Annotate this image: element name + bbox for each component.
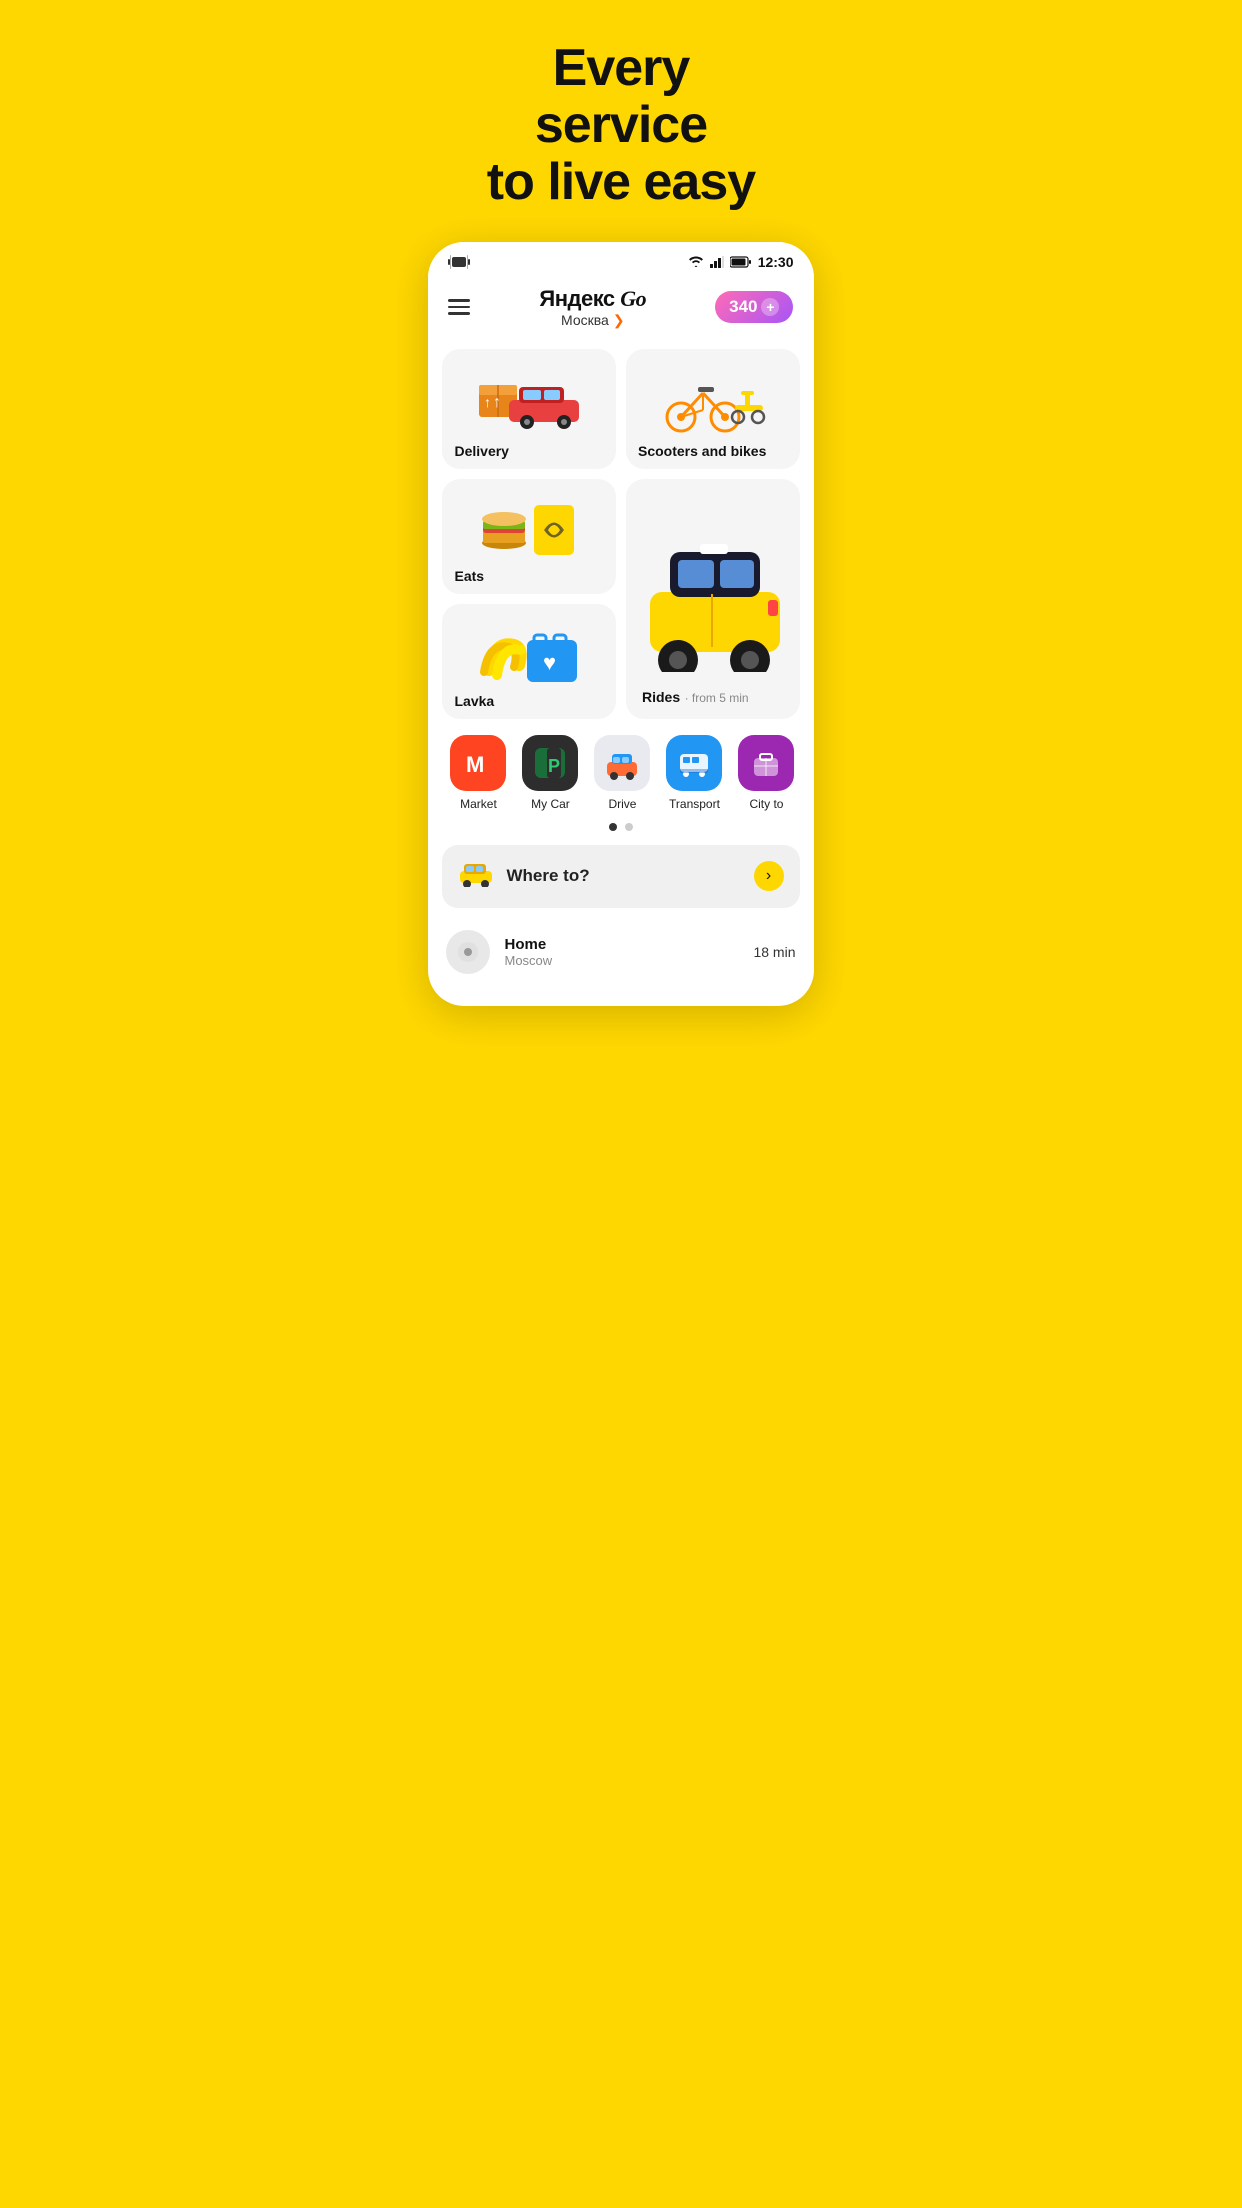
plus-icon: + — [761, 298, 779, 316]
battery-icon — [730, 256, 752, 268]
service-lavka[interactable]: ♥ Lavka — [442, 604, 616, 719]
transport-icon — [675, 744, 713, 782]
eats-label: Eats — [454, 560, 484, 584]
where-to-arrow-btn[interactable]: › — [754, 861, 784, 891]
city-label[interactable]: Москва ❯ — [539, 312, 646, 329]
small-icon-transport[interactable]: Transport — [658, 735, 730, 811]
rides-illustration-svg — [640, 512, 785, 672]
market-label: Market — [460, 797, 497, 811]
small-icon-market[interactable]: M Market — [442, 735, 514, 811]
svg-text:M: M — [466, 752, 484, 777]
app-name: Яндекс Go — [539, 286, 646, 312]
small-icon-cityto[interactable]: City to — [730, 735, 802, 811]
saved-place-home[interactable]: Home Moscow 18 min — [442, 918, 799, 986]
eats-illustration — [469, 495, 589, 560]
rides-icon-area — [638, 495, 788, 689]
service-eats[interactable]: Eats — [442, 479, 616, 594]
cityto-label: City to — [749, 797, 783, 811]
wifi-icon — [688, 256, 704, 268]
home-icon — [446, 930, 490, 974]
eats-icon-area — [454, 495, 604, 560]
small-icons-section: M Market P My Car — [428, 727, 813, 815]
svg-text:↑: ↑ — [493, 394, 501, 411]
svg-text:♥: ♥ — [543, 650, 556, 675]
home-info: Home Moscow — [504, 936, 739, 968]
status-bar: 12:30 — [428, 242, 813, 276]
small-icon-drive[interactable]: Drive — [586, 735, 658, 811]
where-to-bar[interactable]: Where to? › — [442, 845, 799, 908]
service-rides[interactable]: Rides · from 5 min — [626, 479, 800, 719]
lavka-illustration: ♥ — [469, 620, 589, 685]
scooters-label: Scooters and bikes — [638, 435, 766, 459]
home-name: Home — [504, 936, 739, 953]
points-badge[interactable]: 340 + — [715, 291, 793, 323]
go-text: Go — [620, 286, 646, 311]
delivery-icon-area: ↑ ↑ — [454, 365, 604, 435]
delivery-illustration: ↑ ↑ — [469, 365, 589, 435]
page-dots — [428, 815, 813, 845]
hero-title: Every service to live easy — [487, 40, 755, 212]
drive-icon — [603, 744, 641, 782]
drive-label: Drive — [608, 797, 636, 811]
phone-mockup: 12:30 Яндекс Go Москва ❯ 340 + — [428, 242, 813, 1006]
rides-sublabel: · from 5 min — [685, 691, 749, 705]
app-header: Яндекс Go Москва ❯ 340 + — [428, 276, 813, 335]
mycar-icon-circle: P — [522, 735, 578, 791]
market-icon: M — [461, 746, 495, 780]
transport-label: Transport — [669, 797, 720, 811]
where-to-text: Where to? — [506, 866, 753, 886]
taxi-small-icon — [458, 859, 494, 887]
service-scooters[interactable]: Scooters and bikes — [626, 349, 800, 469]
home-location-icon — [457, 941, 479, 963]
scooters-icon-area — [638, 365, 788, 435]
home-time: 18 min — [753, 944, 795, 960]
dot-1 — [609, 823, 617, 831]
mycar-label: My Car — [531, 797, 570, 811]
lavka-icon-area: ♥ — [454, 620, 604, 685]
drive-icon-circle — [594, 735, 650, 791]
lavka-label: Lavka — [454, 685, 494, 709]
small-icon-mycar[interactable]: P My Car — [514, 735, 586, 811]
service-grid: ↑ ↑ Delivery — [428, 335, 813, 727]
mycar-icon: P — [531, 744, 569, 782]
svg-text:↑: ↑ — [484, 394, 491, 410]
status-right: 12:30 — [688, 254, 794, 270]
city-arrow-icon: ❯ — [613, 312, 625, 329]
svg-text:P: P — [548, 756, 560, 776]
market-icon-circle: M — [450, 735, 506, 791]
transport-icon-circle — [666, 735, 722, 791]
hero-section: Every service to live easy — [467, 0, 775, 242]
cityto-icon — [747, 744, 785, 782]
hamburger-menu[interactable] — [448, 299, 470, 315]
brand-logo: Яндекс Go Москва ❯ — [539, 286, 646, 329]
rides-label: Rides — [642, 681, 680, 705]
time-display: 12:30 — [758, 254, 794, 270]
where-to-car-icon — [458, 859, 494, 894]
delivery-label: Delivery — [454, 435, 508, 459]
dot-2 — [625, 823, 633, 831]
service-delivery[interactable]: ↑ ↑ Delivery — [442, 349, 616, 469]
home-sub: Moscow — [504, 953, 739, 968]
vibrate-indicator — [448, 254, 470, 270]
scooters-illustration — [653, 365, 773, 435]
signal-icon — [710, 256, 724, 268]
cityto-icon-circle — [738, 735, 794, 791]
